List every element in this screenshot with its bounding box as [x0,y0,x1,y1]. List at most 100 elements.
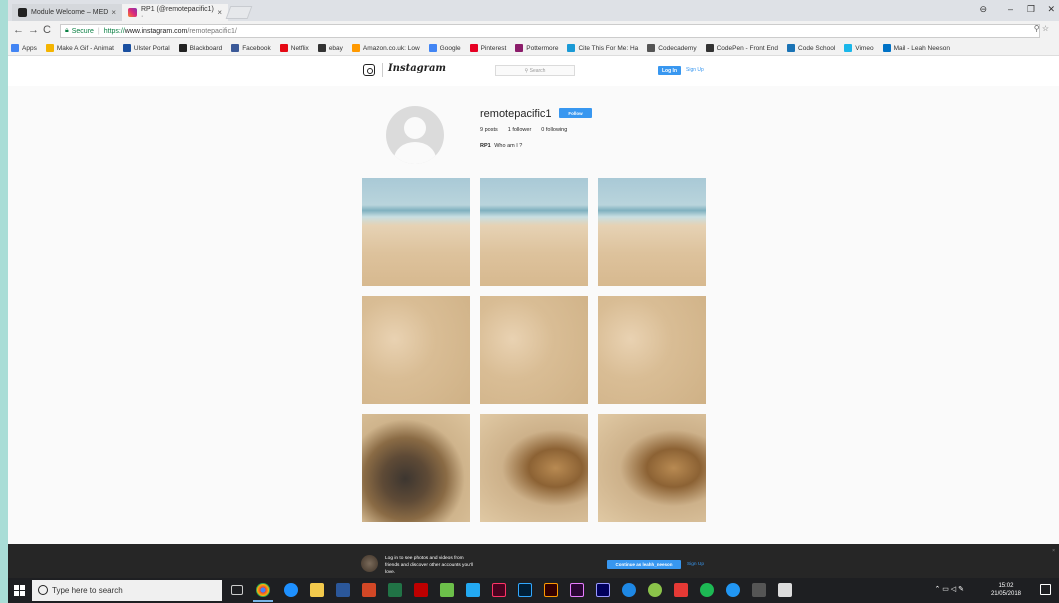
follow-button[interactable]: Follow [559,108,592,118]
app-icon[interactable] [674,583,688,597]
forward-icon[interactable]: → [28,24,39,36]
tab-instagram[interactable]: RP1 (@remotepacific1) · × [122,4,228,21]
instagram-header: Instagram ⚲ Search Log In Sign Up [8,56,1059,86]
bookmark-label: CodePen - Front End [716,44,779,52]
followers-count[interactable]: 1 follower [508,127,532,133]
post-thumbnail[interactable] [362,296,470,404]
close-tab-icon[interactable]: × [111,8,116,17]
indesign-icon[interactable] [492,583,506,597]
bookmark-item[interactable]: Google [428,44,461,52]
excel-icon[interactable] [388,583,402,597]
taskbar-search-input[interactable]: Type here to search [32,580,222,601]
bookmark-item[interactable]: Make A Gif - Animat [45,44,114,52]
mail-icon[interactable] [778,583,792,597]
bookmark-item[interactable]: Pinterest [469,44,507,52]
instagram-favicon-icon [128,8,137,17]
avatar [386,106,444,164]
bookmark-label: Amazon.co.uk: Low [362,44,420,52]
file-explorer-icon[interactable] [310,583,324,597]
premiere-icon[interactable] [570,583,584,597]
post-thumbnail[interactable] [480,296,588,404]
close-tab-icon[interactable]: × [217,8,222,17]
app-icon[interactable] [752,583,766,597]
bookmark-item[interactable]: Facebook [231,44,271,52]
bookmark-item[interactable]: Vimeo [844,44,874,52]
bookmark-label: Pinterest [480,44,507,52]
post-thumbnail[interactable] [598,414,706,522]
illustrator-icon[interactable] [544,583,558,597]
bookmark-item[interactable]: Ulster Portal [122,44,170,52]
bookmark-item[interactable]: Pottermore [515,44,558,52]
tab-title: RP1 (@remotepacific1) · [141,5,214,20]
bookmark-icon [11,44,19,52]
bookmark-item[interactable]: ebay [317,44,343,52]
profile-icon[interactable]: ⊖ [979,4,987,15]
after-effects-icon[interactable] [596,583,610,597]
chrome-icon[interactable] [253,583,273,602]
lock-icon: 🔒︎ [65,27,69,34]
clock[interactable]: 15:02 21/05/2018 [991,582,1021,598]
back-icon[interactable]: ← [13,24,24,36]
powerpoint-icon[interactable] [362,583,376,597]
windows-start-icon[interactable] [14,585,25,596]
new-tab-button[interactable] [225,6,253,19]
following-count[interactable]: 0 following [541,127,567,133]
post-thumbnail[interactable] [480,414,588,522]
post-thumbnail[interactable] [362,178,470,286]
photoshop-icon[interactable] [518,583,532,597]
post-thumbnail[interactable] [480,178,588,286]
search-input[interactable]: ⚲ Search [495,65,575,76]
banner-close-icon[interactable]: × [1052,548,1055,554]
address-bar[interactable]: 🔒︎ Secure | https:// www.instagram.com /… [60,24,1040,38]
post-thumbnail[interactable] [598,296,706,404]
bookmark-icon [882,44,891,52]
bookmark-item[interactable]: Codecademy [647,44,697,52]
task-view-icon[interactable] [231,585,243,595]
restore-icon[interactable]: ❐ [1027,4,1035,15]
minimize-icon[interactable]: – [1008,4,1013,14]
url-host: www.instagram.com [124,27,188,35]
bookmark-item[interactable]: Apps [11,44,37,52]
banner-signup-link[interactable]: Sign Up [687,562,704,567]
reload-icon[interactable]: C [43,24,51,36]
bookmark-item[interactable]: Cite This For Me: Ha [567,44,638,52]
app-icon[interactable] [622,583,636,597]
login-button[interactable]: Log In [658,66,681,75]
profile-bio: RP1 Who am I ? [480,143,522,149]
continue-as-button[interactable]: Continue as leahh_neeson [607,560,681,569]
app-icon[interactable] [726,583,740,597]
bookmark-item[interactable]: Mail - Leah Neeson [882,44,950,52]
edge-icon[interactable] [284,583,298,597]
url-scheme: https:// [103,27,125,35]
post-thumbnail[interactable] [362,414,470,522]
app-icon[interactable] [648,583,662,597]
bookmark-label: Pottermore [526,44,559,52]
bookmark-item[interactable]: Netflix [279,44,309,52]
instagram-logo[interactable]: Instagram [388,63,446,74]
bookmark-label: Google [439,44,461,52]
notepad-plus-icon[interactable] [440,583,454,597]
vscode-icon[interactable] [466,583,480,597]
bookmark-item[interactable]: Blackboard [178,44,222,52]
word-icon[interactable] [336,583,350,597]
tab-title: Module Welcome – MED [31,9,109,16]
tab-module-welcome[interactable]: Module Welcome – MED × [12,4,122,21]
post-thumbnail[interactable] [598,178,706,286]
bookmark-icon [178,44,187,52]
browser-toolbar: ← → C 🔒︎ Secure | https:// www.instagram… [8,21,1059,41]
bookmark-item[interactable]: CodePen - Front End [705,44,779,52]
screen: Module Welcome – MED × RP1 (@remotepacif… [8,0,1059,603]
spotify-icon[interactable] [700,583,714,597]
notification-icon[interactable] [1040,584,1051,595]
system-tray-icons[interactable]: ⌃ ▭ ◁ ✎ [934,585,964,593]
zoom-star-icons[interactable]: ⚲ ☆ [1034,24,1049,33]
signup-link[interactable]: Sign Up [686,67,704,73]
bookmark-item[interactable]: Amazon.co.uk: Low [351,44,420,52]
bookmark-label: Ulster Portal [133,44,170,52]
filezilla-icon[interactable] [414,583,428,597]
bio-name: RP1 [480,143,491,149]
tab-strip: Module Welcome – MED × RP1 (@remotepacif… [8,0,1059,21]
bookmark-item[interactable]: Code School [787,44,835,52]
close-window-icon[interactable]: ✕ [1047,4,1055,15]
instagram-camera-icon[interactable] [363,64,375,76]
